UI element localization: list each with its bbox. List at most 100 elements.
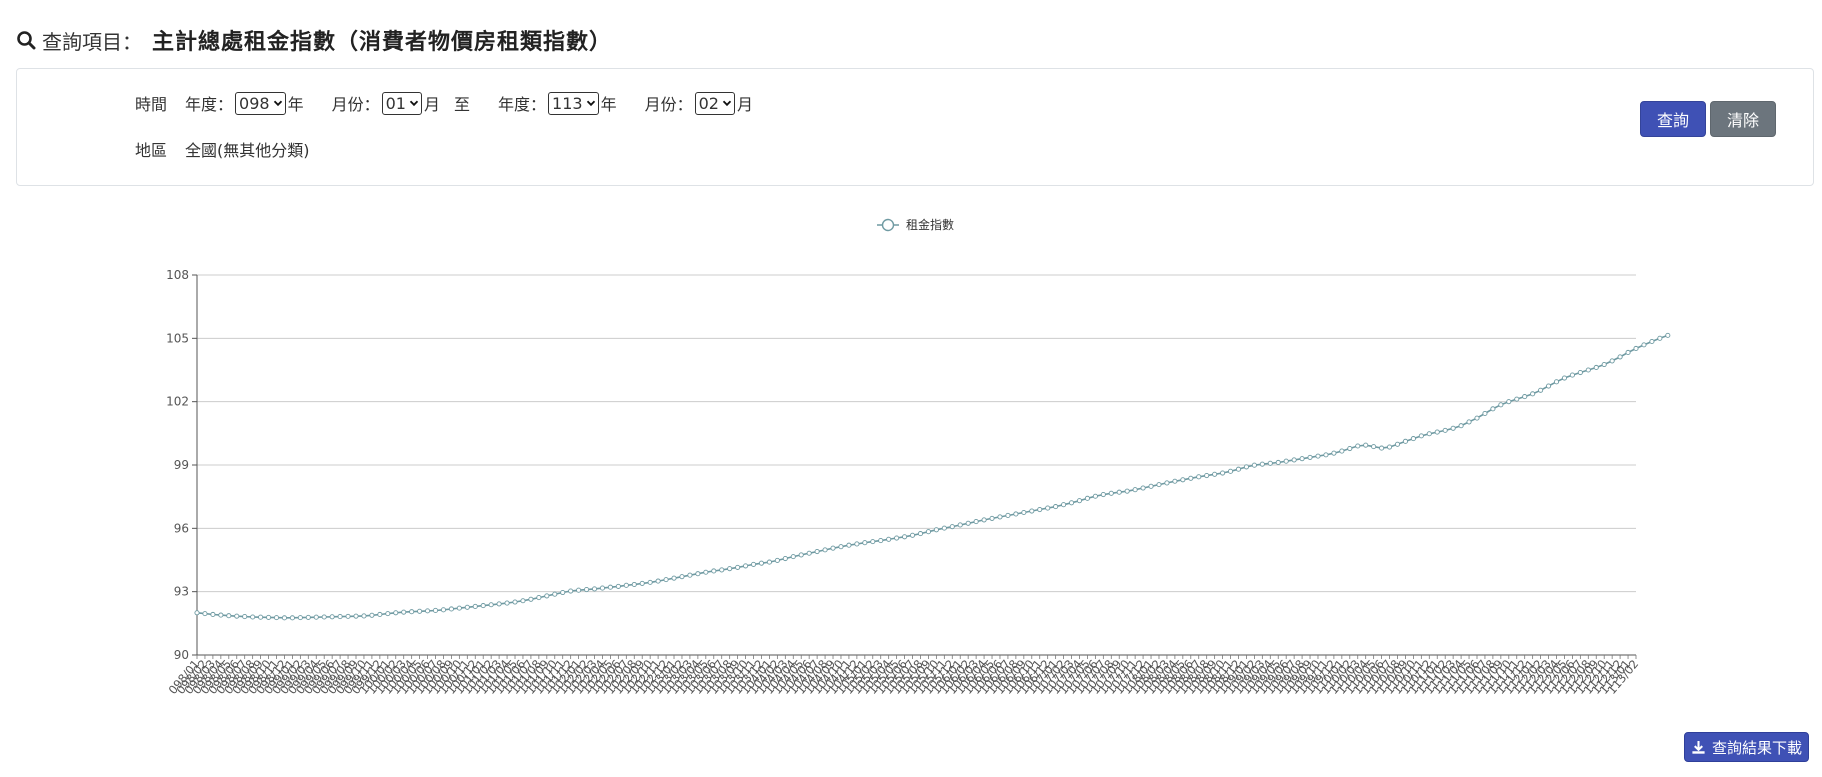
data-point[interactable]	[1283, 458, 1289, 464]
data-point[interactable]	[337, 614, 343, 620]
data-point[interactable]	[814, 549, 820, 555]
data-point[interactable]	[1235, 466, 1242, 472]
data-point[interactable]	[909, 532, 916, 538]
data-point[interactable]	[1593, 364, 1599, 371]
data-point[interactable]	[313, 614, 319, 620]
data-point[interactable]	[321, 614, 327, 620]
data-point[interactable]	[440, 607, 447, 613]
data-point[interactable]	[1068, 500, 1075, 506]
data-point[interactable]	[1490, 406, 1496, 412]
data-point[interactable]	[862, 540, 868, 546]
data-point[interactable]	[266, 614, 272, 620]
data-point[interactable]	[711, 568, 717, 574]
data-point[interactable]	[1522, 394, 1528, 400]
data-point[interactable]	[679, 574, 685, 580]
data-point[interactable]	[432, 607, 439, 614]
data-point[interactable]	[210, 611, 216, 618]
data-point[interactable]	[631, 581, 637, 588]
data-point[interactable]	[774, 557, 780, 563]
data-point[interactable]	[528, 596, 534, 602]
data-point[interactable]	[281, 615, 288, 621]
data-point[interactable]	[1561, 375, 1567, 381]
data-point[interactable]	[1156, 482, 1162, 488]
data-point[interactable]	[989, 515, 995, 521]
data-point[interactable]	[1267, 460, 1273, 466]
data-point[interactable]	[1124, 488, 1130, 494]
data-point[interactable]	[1585, 367, 1591, 373]
data-point[interactable]	[1530, 391, 1536, 397]
data-point[interactable]	[1371, 444, 1377, 450]
data-point[interactable]	[393, 610, 399, 616]
data-point[interactable]	[1227, 468, 1234, 474]
data-point[interactable]	[639, 580, 645, 586]
data-point[interactable]	[234, 613, 240, 619]
data-point[interactable]	[1100, 492, 1106, 498]
data-point[interactable]	[1196, 474, 1202, 480]
data-point[interactable]	[1466, 419, 1472, 425]
data-point[interactable]	[1633, 345, 1639, 352]
data-point[interactable]	[480, 603, 486, 609]
data-point[interactable]	[1315, 453, 1321, 459]
data-point[interactable]	[1569, 372, 1575, 378]
data-point[interactable]	[1418, 433, 1424, 439]
data-point[interactable]	[1307, 454, 1313, 460]
data-point[interactable]	[544, 593, 550, 599]
data-point[interactable]	[369, 612, 375, 618]
data-point[interactable]	[1625, 349, 1631, 356]
data-point[interactable]	[1259, 461, 1265, 467]
data-point[interactable]	[472, 603, 478, 609]
data-point[interactable]	[1355, 443, 1361, 449]
data-point[interactable]	[1243, 464, 1249, 470]
data-point[interactable]	[1164, 480, 1170, 486]
data-point[interactable]	[1657, 335, 1663, 341]
data-point[interactable]	[1577, 369, 1583, 376]
data-point[interactable]	[242, 614, 248, 620]
data-point[interactable]	[1545, 383, 1552, 389]
data-point[interactable]	[1538, 387, 1544, 393]
data-point[interactable]	[250, 614, 256, 620]
data-point[interactable]	[957, 522, 963, 528]
data-point[interactable]	[1363, 442, 1369, 448]
data-point[interactable]	[1140, 485, 1146, 491]
data-point[interactable]	[735, 564, 741, 570]
data-point[interactable]	[409, 609, 415, 615]
data-point[interactable]	[1291, 457, 1297, 463]
data-point[interactable]	[1482, 410, 1488, 417]
data-point[interactable]	[202, 611, 208, 617]
data-point[interactable]	[933, 527, 939, 533]
data-point[interactable]	[536, 595, 542, 601]
data-point[interactable]	[1188, 475, 1194, 481]
data-point[interactable]	[806, 550, 812, 556]
data-point[interactable]	[226, 613, 232, 619]
data-point[interactable]	[1474, 415, 1480, 421]
data-point[interactable]	[1116, 489, 1122, 495]
data-point[interactable]	[1275, 459, 1281, 466]
data-point[interactable]	[488, 602, 494, 608]
data-point[interactable]	[830, 545, 836, 551]
data-point[interactable]	[949, 524, 955, 530]
data-point[interactable]	[623, 582, 629, 588]
data-point[interactable]	[1021, 509, 1027, 516]
data-point[interactable]	[289, 615, 295, 621]
data-point[interactable]	[218, 612, 224, 618]
start-month-select[interactable]: 01	[381, 91, 422, 115]
data-point[interactable]	[1458, 423, 1464, 429]
end-year-select[interactable]: 113	[548, 91, 599, 115]
data-point[interactable]	[329, 614, 335, 620]
data-point[interactable]	[1649, 338, 1655, 345]
data-point[interactable]	[695, 571, 701, 577]
data-point[interactable]	[1148, 483, 1154, 489]
data-point[interactable]	[560, 589, 566, 596]
data-point[interactable]	[798, 552, 804, 558]
data-point[interactable]	[758, 560, 765, 566]
data-point[interactable]	[1506, 399, 1512, 405]
data-point[interactable]	[512, 599, 518, 605]
data-point[interactable]	[401, 609, 407, 615]
data-point[interactable]	[1641, 342, 1647, 348]
data-point[interactable]	[925, 529, 931, 535]
data-point[interactable]	[1331, 450, 1337, 456]
data-point[interactable]	[552, 591, 558, 597]
data-point[interactable]	[1053, 504, 1059, 510]
data-point[interactable]	[886, 536, 892, 542]
end-month-select[interactable]: 02	[694, 91, 735, 115]
